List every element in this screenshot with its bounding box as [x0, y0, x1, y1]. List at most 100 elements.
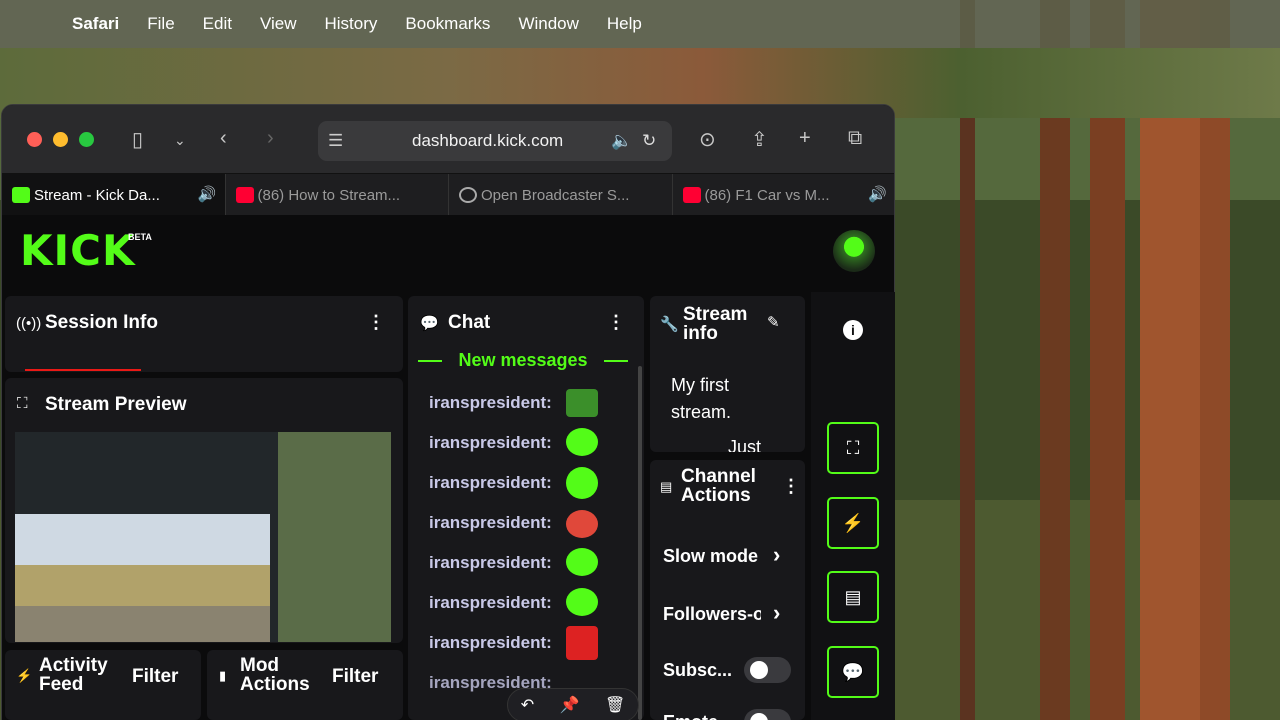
panel-title: Channel Actions — [681, 467, 756, 505]
undo-icon[interactable]: ↶ — [521, 695, 534, 715]
tab-title: Stream - Kick Da... — [34, 186, 160, 204]
wrench-icon: 🔧 — [660, 316, 679, 333]
followers-only-label[interactable]: Followers-o — [663, 604, 761, 625]
tab-bar: Stream - Kick Da... 🔊 (86) How to Stream… — [2, 173, 895, 216]
more-options-icon[interactable]: ⋮ — [367, 312, 385, 333]
chevron-right-icon[interactable]: › — [773, 600, 780, 626]
menu-safari[interactable]: Safari — [72, 14, 119, 34]
chat-username[interactable]: iranspresident: — [429, 433, 552, 453]
speaker-icon[interactable]: 🔈 — [611, 131, 632, 151]
activity-toggle-button[interactable]: ⚡ — [827, 497, 879, 549]
tab-audio-icon[interactable]: 🔊 — [198, 185, 217, 203]
session-indicator-line — [25, 369, 141, 371]
title-line2: Actions — [681, 485, 751, 506]
tab-audio-icon[interactable]: 🔊 — [868, 185, 887, 203]
chat-username[interactable]: iranspresident: — [429, 473, 552, 493]
beta-badge: BETA — [128, 232, 152, 242]
page-menu-icon[interactable]: ☰ — [328, 131, 343, 151]
reload-icon[interactable]: ↻ — [642, 131, 656, 151]
preview-video-frame — [15, 514, 270, 642]
zoom-button[interactable] — [79, 131, 94, 147]
browser-toolbar: ▯ ⌄ ‹ › ☰ dashboard.kick.com 🔈 ↻ ⊙ ⇪ + ⧉ — [2, 105, 894, 173]
panel-title: Mod Actions — [240, 656, 310, 694]
tab-kick-dashboard[interactable]: Stream - Kick Da... 🔊 — [2, 174, 226, 216]
chevron-down-icon[interactable]: ⌄ — [174, 132, 186, 149]
menu-bookmarks[interactable]: Bookmarks — [405, 14, 490, 34]
back-icon[interactable]: ‹ — [220, 127, 227, 150]
more-options-icon[interactable]: ⋮ — [607, 312, 625, 333]
menu-window[interactable]: Window — [518, 14, 578, 34]
youtube-favicon-icon — [235, 187, 254, 203]
menu-history[interactable]: History — [325, 14, 378, 34]
subscribers-only-label: Subsc... — [663, 660, 733, 680]
chevron-right-icon[interactable]: › — [773, 542, 780, 568]
sidebar-icon[interactable]: ▯ — [132, 127, 143, 152]
emote-icon — [566, 510, 598, 538]
edit-pencil-icon[interactable]: ✎ — [767, 313, 780, 331]
menu-help[interactable]: Help — [607, 14, 642, 34]
slow-mode-label[interactable]: Slow mode — [663, 546, 763, 567]
emote-icon — [566, 389, 598, 417]
forward-icon[interactable]: › — [267, 127, 274, 150]
stream-title-line1: My first — [671, 375, 729, 395]
chat-username[interactable]: iranspresident: — [429, 633, 552, 653]
kick-logo[interactable]: KICK — [20, 226, 136, 275]
share-icon[interactable]: ⇪ — [751, 127, 768, 152]
chat-username[interactable]: iranspresident: — [429, 593, 552, 613]
activity-feed-panel: ⚡ Activity Feed Filter — [5, 650, 201, 720]
filter-button[interactable]: Filter — [332, 666, 378, 688]
tab-overview-icon[interactable]: ⧉ — [848, 127, 862, 150]
emote-icon — [566, 428, 598, 456]
chat-toggle-button[interactable]: 💬 — [827, 646, 879, 698]
menu-view[interactable]: View — [260, 14, 297, 34]
bolt-icon: ⚡ — [841, 512, 865, 533]
tab-how-to-stream[interactable]: (86) How to Stream... — [226, 174, 449, 216]
tab-title: (86) How to Stream... — [257, 186, 401, 204]
pin-icon[interactable]: 📌 — [560, 695, 580, 715]
emote-icon — [566, 548, 598, 576]
chat-username[interactable]: iranspresident: — [429, 553, 552, 573]
new-tab-icon[interactable]: + — [799, 127, 811, 150]
title-line2: info — [683, 323, 718, 344]
new-messages-divider[interactable]: New messages — [418, 350, 628, 371]
minimize-button[interactable] — [53, 131, 68, 147]
youtube-favicon-icon — [682, 187, 701, 203]
session-info-panel: ((•)) Session Info ⋮ — [5, 296, 403, 372]
info-icon[interactable]: i — [843, 320, 863, 340]
subscribers-only-toggle[interactable] — [744, 657, 791, 683]
tab-title: Open Broadcaster S... — [481, 186, 630, 204]
emote-only-toggle[interactable] — [744, 709, 791, 720]
avatar[interactable] — [833, 230, 875, 272]
filter-button[interactable]: Filter — [132, 666, 178, 688]
emote-icon — [566, 467, 598, 499]
chat-scrollbar[interactable] — [638, 366, 642, 720]
trash-icon[interactable]: 🗑 — [605, 695, 625, 715]
stream-preview-video[interactable] — [15, 432, 391, 642]
menu-bar: Safari File Edit View History Bookmarks … — [0, 0, 1280, 48]
address-bar[interactable]: ☰ dashboard.kick.com 🔈 ↻ — [318, 121, 672, 161]
emote-icon — [566, 588, 598, 616]
tab-obs[interactable]: Open Broadcaster S... — [449, 174, 673, 216]
preview-icon: ⛶ — [846, 437, 860, 458]
stream-preview-toggle-button[interactable]: ⛶ — [827, 422, 879, 474]
title-line2: Actions — [240, 674, 310, 695]
chat-username[interactable]: iranspresident: — [429, 393, 552, 413]
emote-only-label: Emote — [663, 712, 743, 720]
title-line2: Feed — [39, 674, 84, 695]
panel-title: Stream Preview — [45, 394, 187, 415]
stream-category: Just — [728, 437, 762, 452]
kick-favicon-icon — [12, 187, 30, 203]
more-options-icon[interactable]: ⋮ — [782, 476, 800, 497]
obs-favicon-icon — [459, 187, 477, 203]
tab-f1-car[interactable]: (86) F1 Car vs M... 🔊 — [673, 174, 895, 216]
shield-icon: ▮ — [219, 668, 227, 683]
title-line1: Activity — [39, 655, 108, 676]
chat-bubble-icon: 💬 — [841, 661, 865, 682]
panel-title: Chat — [448, 312, 491, 333]
chat-username[interactable]: iranspresident: — [429, 513, 552, 533]
notes-toggle-button[interactable]: ▤ — [827, 571, 879, 623]
menu-edit[interactable]: Edit — [203, 14, 232, 34]
close-button[interactable] — [27, 131, 42, 147]
downloads-icon[interactable]: ⊙ — [699, 127, 716, 152]
menu-file[interactable]: File — [147, 14, 174, 34]
